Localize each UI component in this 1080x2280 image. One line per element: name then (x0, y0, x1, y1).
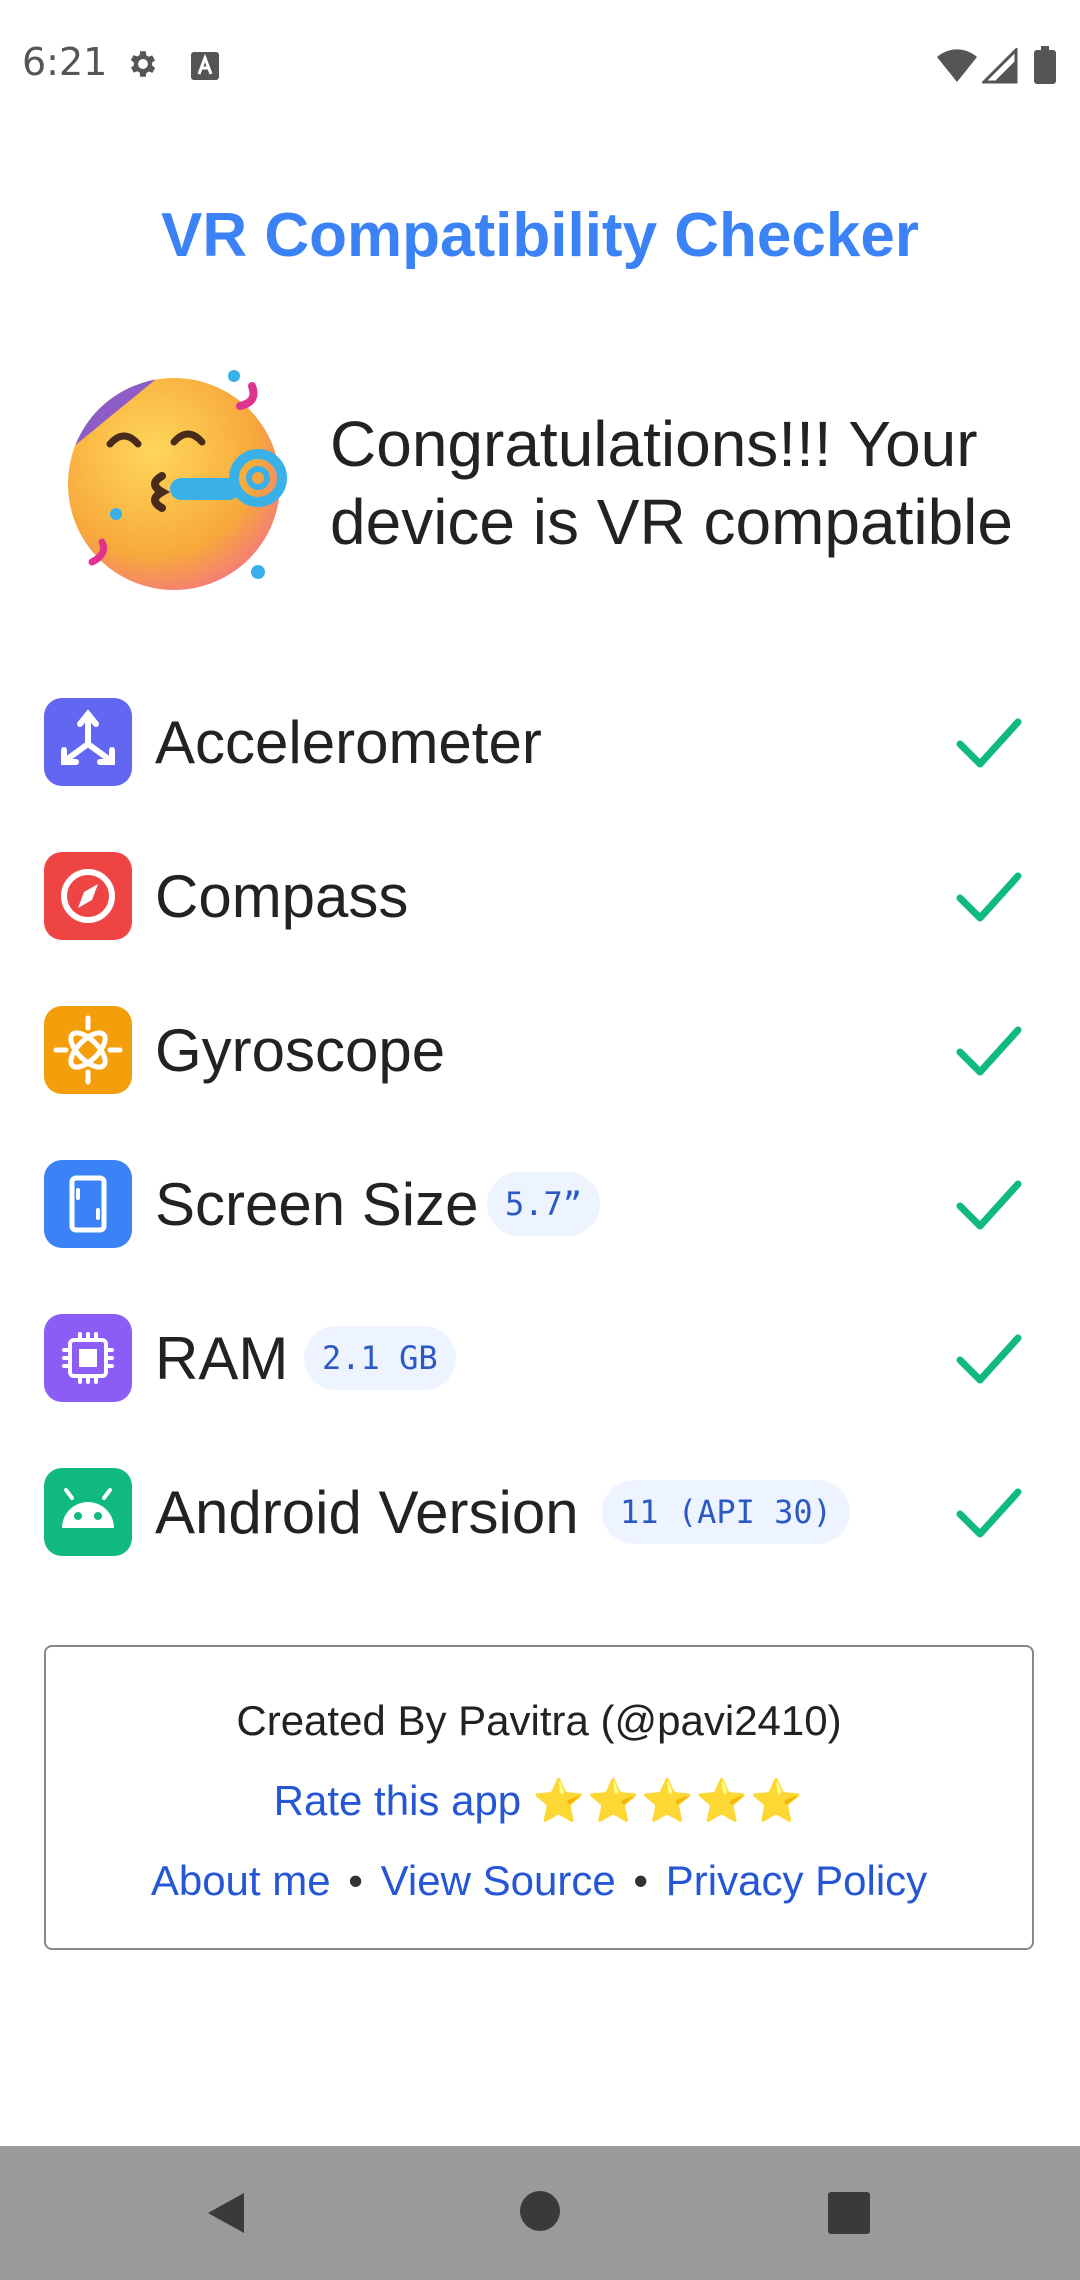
check-row-gyroscope: Gyroscope (44, 1006, 1036, 1096)
link-separator: • (348, 1857, 363, 1904)
navigation-bar (0, 2146, 1080, 2280)
footer-links: About me • View Source • Privacy Policy (46, 1857, 1032, 1905)
check-label: Screen Size (155, 1171, 479, 1238)
checkmark-icon (956, 872, 1022, 922)
status-time: 6:21 (22, 40, 108, 84)
privacy-policy-link[interactable]: Privacy Policy (666, 1857, 927, 1904)
rate-app-link[interactable]: Rate this app ⭐⭐⭐⭐⭐ (46, 1777, 1032, 1826)
accelerometer-axes-icon (44, 698, 132, 786)
phone-screen-icon (44, 1160, 132, 1248)
rating-stars-icon: ⭐⭐⭐⭐⭐ (532, 1777, 805, 1824)
checkmark-icon (956, 1026, 1022, 1076)
footer-card: Created By Pavitra (@pavi2410) Rate this… (44, 1645, 1034, 1950)
check-label: Accelerometer (155, 709, 542, 776)
check-label: RAM (155, 1325, 289, 1392)
android-icon (44, 1468, 132, 1556)
rate-app-label[interactable]: Rate this app (274, 1777, 522, 1824)
back-icon[interactable] (204, 2189, 248, 2237)
compass-icon (44, 852, 132, 940)
page-title: VR Compatibility Checker (161, 201, 919, 270)
check-row-ram: RAM 2.1 GB (44, 1314, 1036, 1404)
settings-gear-icon (130, 51, 156, 77)
check-label: Gyroscope (155, 1017, 446, 1084)
about-me-link[interactable]: About me (151, 1857, 331, 1904)
home-icon[interactable] (518, 2189, 562, 2233)
check-row-screen-size: Screen Size 5.7” (44, 1160, 1036, 1250)
chip-icon (44, 1314, 132, 1402)
link-separator: • (633, 1857, 649, 1904)
view-source-link[interactable]: View Source (381, 1857, 616, 1904)
check-row-compass: Compass (44, 852, 1036, 942)
check-row-android-version: Android Version 11 (API 30) (44, 1468, 1036, 1558)
gyroscope-icon (44, 1006, 132, 1094)
signal-icon (982, 48, 1018, 84)
screen-size-badge: 5.7” (487, 1172, 601, 1236)
wifi-icon (937, 49, 977, 82)
checkmark-icon (956, 1488, 1022, 1538)
ram-badge: 2.1 GB (304, 1326, 456, 1390)
status-bar: 6:21 (0, 0, 1080, 130)
partying-face-icon (68, 370, 287, 590)
checkmark-icon (956, 1180, 1022, 1230)
battery-icon (1034, 46, 1056, 84)
checkmark-icon (956, 718, 1022, 768)
checkmark-icon (956, 1334, 1022, 1384)
screen: 6:21 VR Compatibility Checker Congratula… (0, 0, 1080, 2280)
check-label: Compass (155, 863, 409, 930)
created-by-text: Created By Pavitra (@pavi2410) (236, 1697, 842, 1744)
text-a-icon (191, 52, 219, 80)
android-version-badge: 11 (API 30) (602, 1480, 850, 1544)
congrats-message: Congratulations!!! Your device is VR com… (330, 408, 1013, 558)
recents-icon[interactable] (828, 2192, 870, 2234)
check-label: Android Version (155, 1479, 579, 1546)
check-row-accelerometer: Accelerometer (44, 698, 1036, 788)
